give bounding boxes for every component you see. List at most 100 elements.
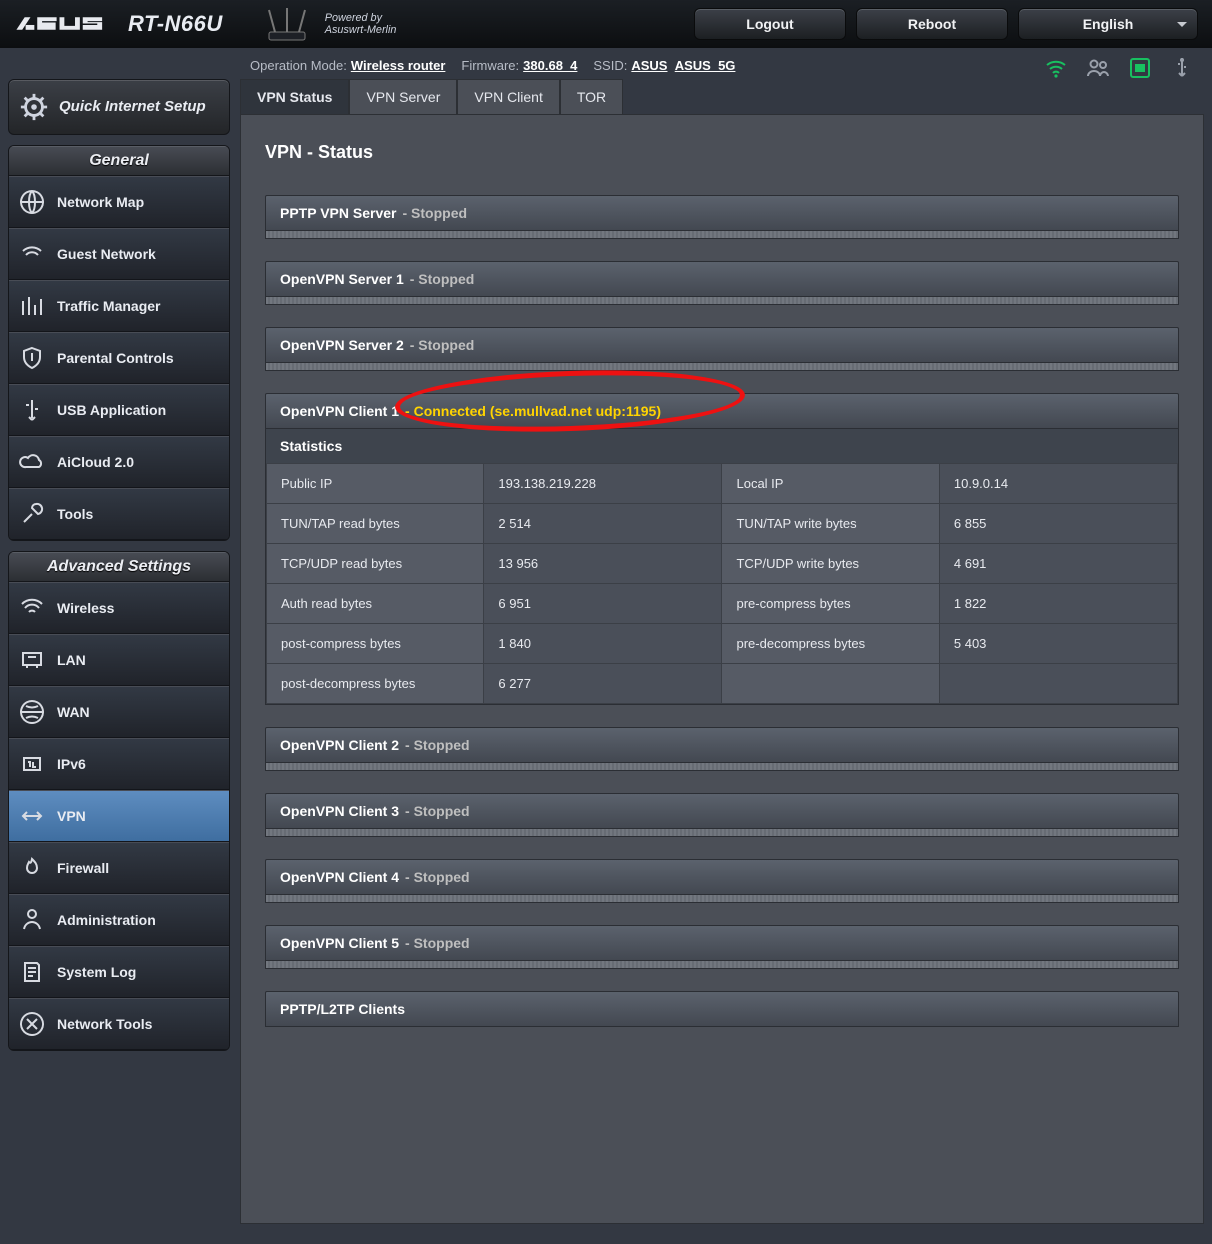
brand-logo bbox=[14, 13, 106, 35]
nav-general-title: General bbox=[9, 146, 229, 176]
nettools-icon bbox=[19, 1011, 45, 1037]
sidebar-item-aicloud-2-0[interactable]: AiCloud 2.0 bbox=[9, 436, 229, 488]
sidebar-item-guest-network[interactable]: Guest Network bbox=[9, 228, 229, 280]
sidebar-item-label: Parental Controls bbox=[57, 351, 174, 365]
bar-status: Stopped bbox=[414, 803, 470, 819]
nav-advanced-title: Advanced Settings bbox=[9, 552, 229, 582]
tab-vpn-client[interactable]: VPN Client bbox=[457, 79, 559, 114]
stat-value: 10.9.0.14 bbox=[939, 464, 1177, 504]
bar-name: PPTP/L2TP Clients bbox=[280, 1002, 405, 1016]
bar-name: OpenVPN Server 1 bbox=[280, 272, 404, 286]
sidebar-item-lan[interactable]: LAN bbox=[9, 634, 229, 686]
stat-key bbox=[722, 664, 939, 704]
sidebar-item-label: Administration bbox=[57, 913, 156, 927]
sidebar-item-wireless[interactable]: Wireless bbox=[9, 582, 229, 634]
firewall-icon bbox=[19, 855, 45, 881]
stat-key: TCP/UDP read bytes bbox=[267, 544, 484, 584]
language-label: English bbox=[1083, 16, 1134, 32]
fw-link[interactable]: 380.68_4 bbox=[523, 58, 577, 73]
powered-line1: Powered by bbox=[325, 12, 397, 24]
tab-tor[interactable]: TOR bbox=[560, 79, 623, 114]
block-pptp-server: PPTP VPN Server- Stopped bbox=[265, 195, 1179, 239]
usb-icon[interactable] bbox=[1170, 56, 1194, 80]
users-icon[interactable] bbox=[1086, 56, 1110, 80]
reboot-button[interactable]: Reboot bbox=[856, 8, 1008, 40]
stat-value: 13 956 bbox=[484, 544, 722, 584]
router-icon bbox=[259, 4, 315, 44]
ipv6-icon bbox=[19, 751, 45, 777]
stat-key: Public IP bbox=[267, 464, 484, 504]
bar-name: OpenVPN Client 5 bbox=[280, 936, 399, 950]
asus-logo-icon bbox=[14, 13, 106, 35]
tools-icon bbox=[19, 501, 45, 527]
sidebar-item-traffic-manager[interactable]: Traffic Manager bbox=[9, 280, 229, 332]
wan-icon bbox=[19, 699, 45, 725]
sidebar-item-tools[interactable]: Tools bbox=[9, 488, 229, 540]
powered-by: Powered by Asuswrt-Merlin bbox=[259, 4, 397, 44]
sidebar-item-network-tools[interactable]: Network Tools bbox=[9, 998, 229, 1050]
tab-vpn-server[interactable]: VPN Server bbox=[349, 79, 457, 114]
stat-value: 6 855 bbox=[939, 504, 1177, 544]
stat-key: TUN/TAP read bytes bbox=[267, 504, 484, 544]
nav-advanced-panel: Advanced Settings Wireless LAN WANIPv6VPNF… bbox=[8, 551, 230, 1051]
language-select[interactable]: English bbox=[1018, 8, 1198, 40]
powered-line2: Asuswrt-Merlin bbox=[325, 24, 397, 36]
sidebar-item-system-log[interactable]: System Log bbox=[9, 946, 229, 998]
tab-vpn-status[interactable]: VPN Status bbox=[240, 79, 349, 114]
ssid1-link[interactable]: ASUS bbox=[631, 58, 667, 73]
stat-key: post-compress bytes bbox=[267, 624, 484, 664]
sidebar-item-firewall[interactable]: Firewall bbox=[9, 842, 229, 894]
table-row: TUN/TAP read bytes2 514TUN/TAP write byt… bbox=[267, 504, 1178, 544]
bar-status: Stopped bbox=[414, 869, 470, 885]
sidebar-item-wan[interactable]: WAN bbox=[9, 686, 229, 738]
bar-status: Stopped bbox=[411, 205, 467, 221]
wan-icon[interactable] bbox=[1128, 56, 1152, 80]
bar-status: Stopped bbox=[414, 737, 470, 753]
bar-name: PPTP VPN Server bbox=[280, 206, 396, 220]
op-mode-label: Operation Mode: bbox=[250, 58, 347, 73]
wifi-guest-icon bbox=[19, 241, 45, 267]
traffic-icon bbox=[19, 293, 45, 319]
sidebar-item-network-map[interactable]: Network Map bbox=[9, 176, 229, 228]
sidebar-item-parental-controls[interactable]: Parental Controls bbox=[9, 332, 229, 384]
shield-icon bbox=[19, 345, 45, 371]
ssid2-link[interactable]: ASUS_5G bbox=[675, 58, 736, 73]
stat-value: 5 403 bbox=[939, 624, 1177, 664]
quick-setup-button[interactable]: Quick Internet Setup bbox=[8, 79, 230, 135]
chevron-down-icon bbox=[1177, 22, 1187, 32]
block-ovpn-client2: OpenVPN Client 2- Stopped bbox=[265, 727, 1179, 771]
bar-status: Stopped bbox=[418, 271, 474, 287]
stat-key: TUN/TAP write bytes bbox=[722, 504, 939, 544]
sidebar-item-label: Wireless bbox=[57, 601, 114, 615]
sidebar-item-label: LAN bbox=[57, 653, 86, 667]
stat-key: TCP/UDP write bytes bbox=[722, 544, 939, 584]
bar-status: Stopped bbox=[418, 337, 474, 353]
sidebar-item-ipv6[interactable]: IPv6 bbox=[9, 738, 229, 790]
sidebar-item-administration[interactable]: Administration bbox=[9, 894, 229, 946]
bar-name: OpenVPN Client 4 bbox=[280, 870, 399, 884]
sidebar-item-label: Tools bbox=[57, 507, 93, 521]
stat-value: 2 514 bbox=[484, 504, 722, 544]
sidebar-item-label: Guest Network bbox=[57, 247, 156, 261]
table-row: TCP/UDP read bytes13 956TCP/UDP write by… bbox=[267, 544, 1178, 584]
sub-strip bbox=[265, 829, 1179, 837]
logout-button[interactable]: Logout bbox=[694, 8, 846, 40]
stat-value: 1 840 bbox=[484, 624, 722, 664]
sub-strip bbox=[265, 763, 1179, 771]
stat-value: 4 691 bbox=[939, 544, 1177, 584]
sidebar-item-usb-application[interactable]: USB Application bbox=[9, 384, 229, 436]
wireless-icon bbox=[19, 595, 45, 621]
table-row: post-decompress bytes6 277 bbox=[267, 664, 1178, 704]
stat-value bbox=[939, 664, 1177, 704]
bar-name: OpenVPN Client 2 bbox=[280, 738, 399, 752]
wifi-icon[interactable] bbox=[1044, 56, 1068, 80]
sidebar-item-vpn[interactable]: VPN bbox=[9, 790, 229, 842]
op-mode-link[interactable]: Wireless router bbox=[351, 58, 446, 73]
sidebar-item-label: Traffic Manager bbox=[57, 299, 160, 313]
cloud-icon bbox=[19, 449, 45, 475]
globe-icon bbox=[19, 189, 45, 215]
bar-status: Stopped bbox=[414, 935, 470, 951]
lan-icon bbox=[19, 647, 45, 673]
fw-label: Firmware: bbox=[461, 58, 519, 73]
sidebar-item-label: Network Tools bbox=[57, 1017, 152, 1031]
